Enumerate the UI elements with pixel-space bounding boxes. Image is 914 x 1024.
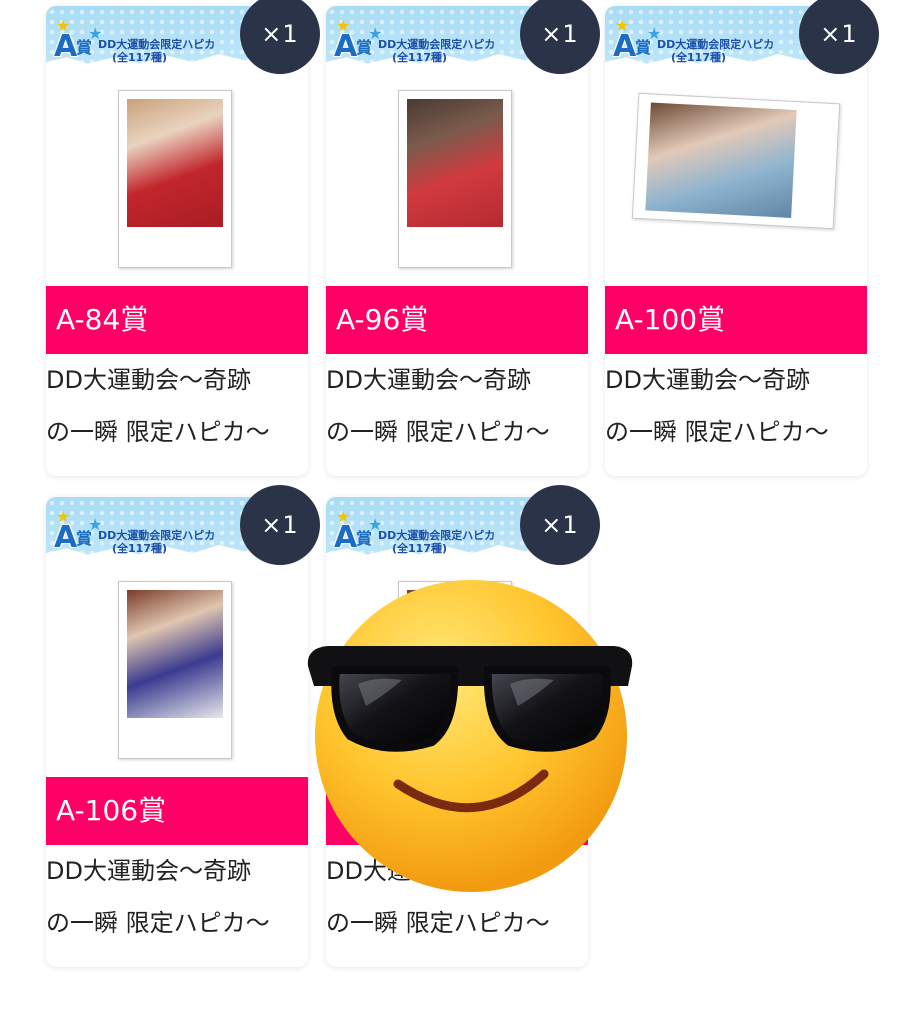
banner-title: DD大運動会限定ハピカ bbox=[657, 38, 775, 51]
banner-count: (全117種) bbox=[112, 542, 168, 555]
prize-card[interactable]: ★ ★ A 賞 DD大運動会限定ハピカ (全117種) A-106賞 DD大運動… bbox=[46, 497, 308, 967]
photo-image bbox=[127, 99, 223, 227]
card-description-line2: の一瞬 限定ハピカ〜 bbox=[326, 909, 550, 937]
banner-count: (全117種) bbox=[112, 51, 168, 64]
card-description-line2: の一瞬 限定ハピカ〜 bbox=[46, 909, 270, 937]
quantity-badge[interactable]: ×1 bbox=[240, 0, 320, 74]
prize-label: A-84賞 bbox=[46, 286, 308, 354]
card-photo bbox=[118, 581, 232, 759]
quantity-badge[interactable]: ×1 bbox=[240, 485, 320, 565]
banner-title: DD大運動会限定ハピカ bbox=[378, 529, 496, 542]
card-description-line2: の一瞬 限定ハピカ〜 bbox=[46, 418, 270, 446]
banner-title: DD大運動会限定ハピカ bbox=[98, 529, 216, 542]
quantity-badge[interactable]: ×1 bbox=[520, 0, 600, 74]
banner-sho: 賞 bbox=[356, 529, 373, 548]
card-photo bbox=[398, 90, 512, 268]
banner-count: (全117種) bbox=[671, 51, 727, 64]
card-photo bbox=[118, 90, 232, 268]
banner-title: DD大運動会限定ハピカ bbox=[98, 38, 216, 51]
prize-card[interactable]: ★ ★ A 賞 DD大運動会限定ハピカ (全117種) A-96賞 DD大運動会… bbox=[326, 6, 588, 476]
card-description-line1: DD大運動会〜奇跡 bbox=[46, 366, 251, 394]
quantity-badge[interactable]: ×1 bbox=[520, 485, 600, 565]
banner-letter: A bbox=[54, 520, 78, 555]
prize-card[interactable]: ★ ★ A 賞 DD大運動会限定ハピカ (全117種) A-100賞 DD大運動… bbox=[605, 6, 867, 476]
photo-image bbox=[127, 590, 223, 718]
prize-label: A-96賞 bbox=[326, 286, 588, 354]
smiling-face-with-sunglasses-icon bbox=[307, 580, 633, 892]
banner-letter: A bbox=[54, 29, 78, 64]
card-description-line2: の一瞬 限定ハピカ〜 bbox=[605, 418, 829, 446]
prize-card[interactable]: ★ ★ A 賞 DD大運動会限定ハピカ (全117種) A-84賞 DD大運動会… bbox=[46, 6, 308, 476]
banner-letter: A bbox=[334, 29, 358, 64]
banner-sho: 賞 bbox=[356, 38, 373, 57]
photo-image bbox=[645, 102, 797, 218]
quantity-badge[interactable]: ×1 bbox=[799, 0, 879, 74]
banner-letter: A bbox=[613, 29, 637, 64]
banner-sho: 賞 bbox=[76, 38, 93, 57]
banner-count: (全117種) bbox=[392, 51, 448, 64]
photo-image bbox=[407, 99, 503, 227]
card-description-line2: の一瞬 限定ハピカ〜 bbox=[326, 418, 550, 446]
banner-count: (全117種) bbox=[392, 542, 448, 555]
card-description-line1: DD大運動会〜奇跡 bbox=[605, 366, 810, 394]
banner-letter: A bbox=[334, 520, 358, 555]
card-description-line1: DD大運動会〜奇跡 bbox=[326, 366, 531, 394]
prize-label: A-100賞 bbox=[605, 286, 867, 354]
card-description-line1: DD大運動会〜奇跡 bbox=[46, 857, 251, 885]
banner-sho: 賞 bbox=[76, 529, 93, 548]
prize-label: A-106賞 bbox=[46, 777, 308, 845]
banner-title: DD大運動会限定ハピカ bbox=[378, 38, 496, 51]
card-photo bbox=[631, 92, 841, 230]
banner-sho: 賞 bbox=[635, 38, 652, 57]
